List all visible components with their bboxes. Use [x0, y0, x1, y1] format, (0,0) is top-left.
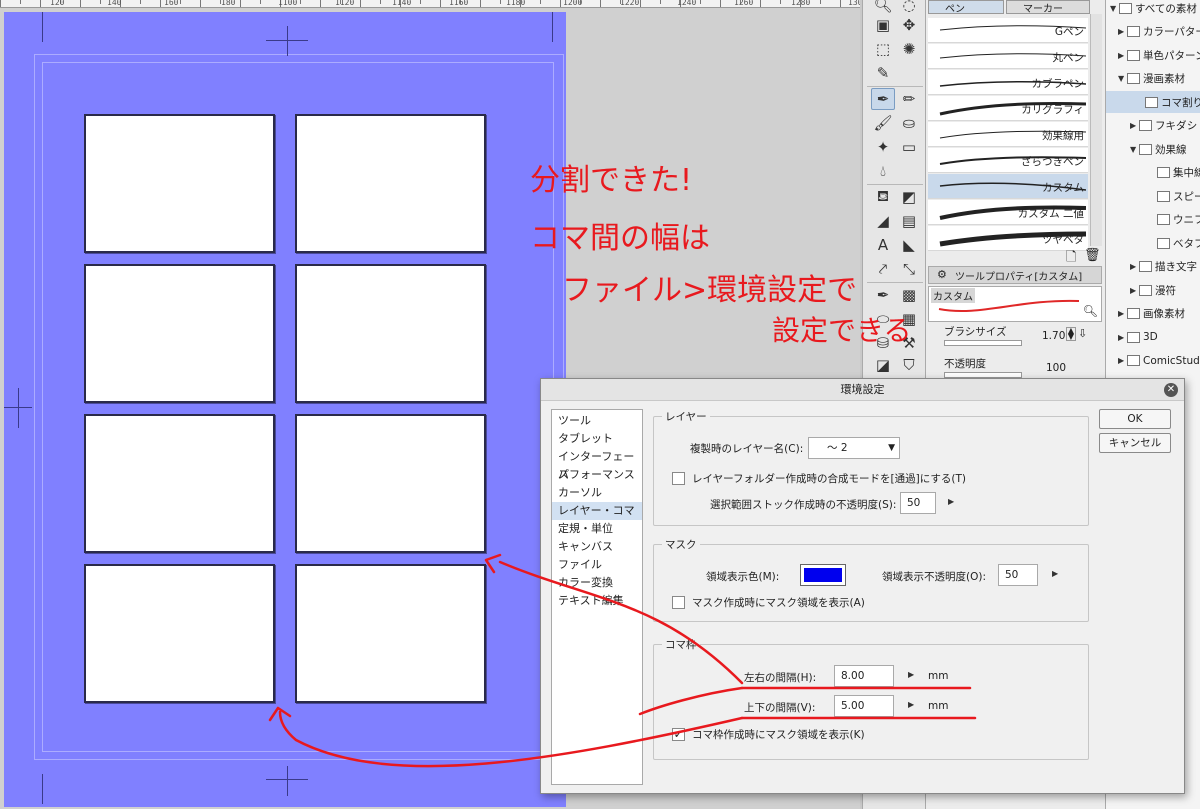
arrow-shaft — [638, 686, 744, 716]
annotation-line-3: ファイル>環境設定で — [562, 273, 857, 308]
arrow-to-column-gap — [498, 560, 744, 685]
arrow-head — [484, 553, 502, 574]
annotation-line-1: 分割できた! — [530, 163, 692, 198]
arrow-to-row-gap — [278, 710, 744, 768]
handwritten-annotation: 分割できた! コマ間の幅は ファイル>環境設定で 設定できる — [268, 163, 977, 768]
annotation-line-4: 設定できる — [772, 314, 911, 347]
annotation-line-2: コマ間の幅は — [530, 221, 710, 256]
